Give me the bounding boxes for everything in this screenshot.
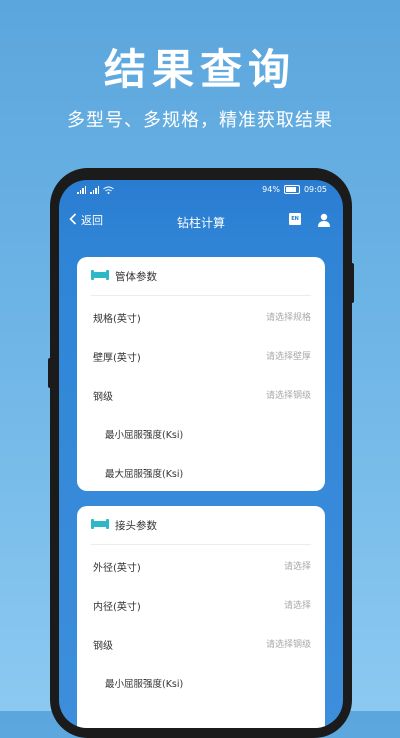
param-label: 壁厚(英寸) bbox=[93, 353, 141, 364]
battery-icon bbox=[283, 185, 300, 194]
param-label: 钢级 bbox=[93, 641, 113, 652]
status-bar: 94% 09:05 bbox=[59, 180, 343, 200]
app-screen: 94% 09:05 返回 钻柱计算 EN 管体参数 规格(英寸) 请选择规格 壁… bbox=[59, 180, 343, 728]
param-row-wall[interactable]: 壁厚(英寸) 请选择壁厚 bbox=[91, 335, 311, 374]
param-label: 最小屈服强度(Ksi) bbox=[105, 679, 184, 690]
param-row-max-yield: 最大屈服强度(Ksi) bbox=[91, 452, 311, 491]
param-row-grade[interactable]: 钢级 请选择钢级 bbox=[91, 623, 311, 662]
param-placeholder: 请选择规格 bbox=[265, 313, 311, 323]
param-placeholder: 请选择壁厚 bbox=[265, 352, 311, 362]
param-row-grade[interactable]: 钢级 请选择钢级 bbox=[91, 374, 311, 413]
card-title: 管体参数 bbox=[115, 271, 157, 283]
card-header: 管体参数 bbox=[91, 257, 311, 296]
param-row-size[interactable]: 规格(英寸) 请选择规格 bbox=[91, 296, 311, 335]
promo-title: 结果查询 bbox=[103, 45, 296, 94]
param-label: 最小屈服强度(Ksi) bbox=[105, 430, 184, 441]
param-placeholder: 请选择 bbox=[283, 562, 311, 572]
phone-side-button bbox=[350, 263, 354, 303]
param-placeholder: 请选择钢级 bbox=[265, 391, 311, 401]
param-row-min-yield: 最小屈服强度(Ksi) bbox=[91, 662, 311, 701]
wifi-icon bbox=[103, 186, 114, 196]
clock: 09:05 bbox=[303, 185, 327, 194]
pipe-params-card: 管体参数 规格(英寸) 请选择规格 壁厚(英寸) 请选择壁厚 钢级 请选择钢级 … bbox=[77, 257, 325, 491]
joint-params-card: 接头参数 外径(英寸) 请选择 内径(英寸) 请选择 钢级 请选择钢级 最小屈服… bbox=[77, 506, 325, 728]
param-row-od[interactable]: 外径(英寸) 请选择 bbox=[91, 545, 311, 584]
param-label: 规格(英寸) bbox=[93, 314, 141, 325]
param-row-min-yield: 最小屈服强度(Ksi) bbox=[91, 413, 311, 452]
battery-percent: 94% bbox=[262, 185, 280, 194]
param-label: 钢级 bbox=[93, 392, 113, 403]
param-label: 外径(英寸) bbox=[93, 563, 141, 574]
language-toggle-icon[interactable]: EN bbox=[289, 213, 301, 225]
user-icon[interactable] bbox=[317, 212, 331, 227]
app-header: 返回 钻柱计算 EN bbox=[59, 206, 343, 236]
card-title: 接头参数 bbox=[115, 520, 157, 532]
phone-frame: 94% 09:05 返回 钻柱计算 EN 管体参数 规格(英寸) 请选择规格 壁… bbox=[48, 168, 354, 738]
param-label: 内径(英寸) bbox=[93, 602, 141, 613]
pipe-icon bbox=[91, 270, 109, 280]
promo-subtitle: 多型号、多规格，精准获取结果 bbox=[67, 110, 333, 131]
param-placeholder: 请选择钢级 bbox=[265, 640, 311, 650]
param-label: 最大屈服强度(Ksi) bbox=[105, 469, 184, 480]
joint-icon bbox=[91, 519, 109, 529]
param-row-id[interactable]: 内径(英寸) 请选择 bbox=[91, 584, 311, 623]
param-placeholder: 请选择 bbox=[283, 601, 311, 611]
signal-icons bbox=[77, 186, 114, 196]
phone-side-button bbox=[48, 358, 52, 388]
card-header: 接头参数 bbox=[91, 506, 311, 545]
signal-icon bbox=[77, 186, 87, 196]
signal-icon bbox=[90, 186, 100, 196]
